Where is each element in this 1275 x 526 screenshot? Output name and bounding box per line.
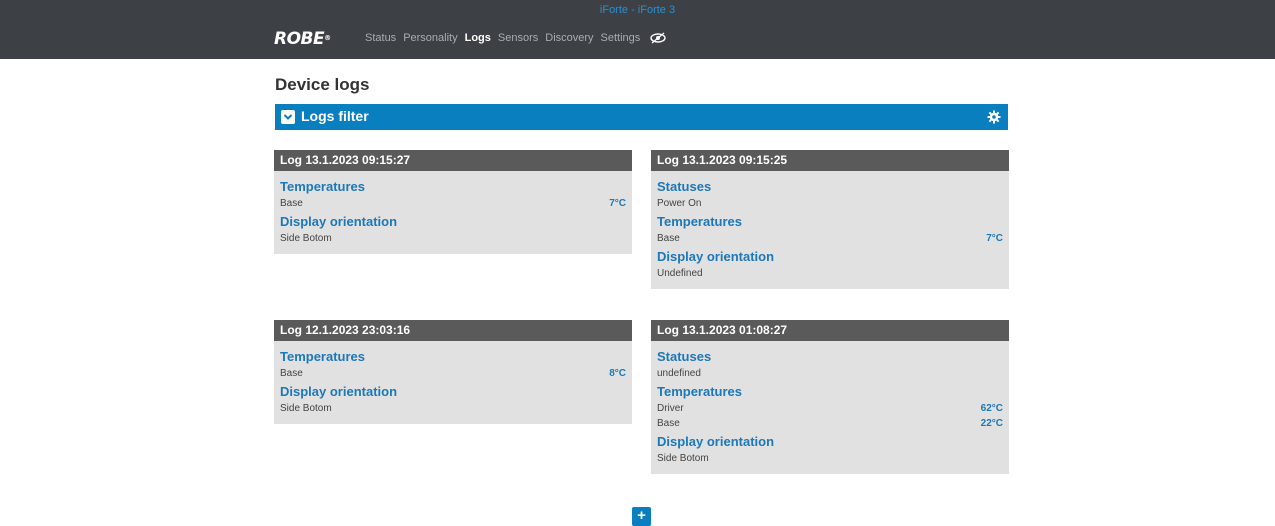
log-section-title: Temperatures (657, 384, 743, 399)
log-row-value: 7°C (609, 198, 626, 209)
top-navbar: ROBE® Status Personality Logs Sensors Di… (0, 19, 1275, 59)
log-row: Side Botom (657, 452, 1003, 466)
log-section-title: Display orientation (657, 249, 775, 264)
nav-item-settings[interactable]: Settings (601, 31, 641, 45)
log-card: Log 13.1.2023 01:08:27 Statuses undefine… (651, 320, 1009, 474)
log-card-body: Temperatures Base 8°C Display orientatio… (274, 341, 632, 424)
main-nav: Status Personality Logs Sensors Discover… (365, 31, 640, 45)
log-row-label: Power On (657, 198, 702, 209)
log-row: Side Botom (280, 232, 626, 246)
log-row-value: 62°C (980, 403, 1003, 414)
logs-filter-bar[interactable]: Logs filter (275, 104, 1008, 130)
logs-filter-label: Logs filter (301, 108, 369, 124)
log-row-value: 22°C (980, 418, 1003, 429)
nav-item-logs[interactable]: Logs (465, 31, 491, 45)
log-section-title: Temperatures (280, 179, 366, 194)
log-row-label: Base (280, 368, 303, 379)
log-card-header: Log 13.1.2023 01:08:27 (651, 320, 1009, 341)
log-row-label: Driver (657, 403, 684, 414)
log-row: Side Botom (280, 402, 626, 416)
log-row-label: Side Botom (280, 233, 332, 244)
nav-item-personality[interactable]: Personality (403, 31, 457, 45)
chevron-down-icon[interactable] (281, 110, 295, 124)
eye-icon[interactable] (650, 31, 666, 45)
log-section-title: Temperatures (280, 349, 366, 364)
log-section-title: Display orientation (657, 434, 775, 449)
log-row: Power On (657, 197, 1003, 211)
log-row: Base 8°C (280, 367, 626, 381)
log-section-title: Display orientation (280, 214, 398, 229)
log-section-title: Statuses (657, 179, 712, 194)
log-row-label: Undefined (657, 268, 703, 279)
log-card: Log 13.1.2023 09:15:25 Statuses Power On… (651, 150, 1009, 289)
log-card-header: Log 13.1.2023 09:15:25 (651, 150, 1009, 171)
log-row-label: Base (280, 198, 303, 209)
window-title-bar: iForte - iForte 3 (0, 0, 1275, 19)
log-section-title: Statuses (657, 349, 712, 364)
nav-item-status[interactable]: Status (365, 31, 396, 45)
log-card-body: Temperatures Base 7°C Display orientatio… (274, 171, 632, 254)
log-row: Driver 62°C (657, 402, 1003, 416)
log-row-label: Side Botom (657, 453, 709, 464)
log-row-value: 7°C (986, 233, 1003, 244)
log-row-label: Base (657, 233, 680, 244)
log-row: undefined (657, 367, 1003, 381)
nav-item-sensors[interactable]: Sensors (498, 31, 538, 45)
log-card-body: Statuses undefined Temperatures Driver 6… (651, 341, 1009, 474)
log-card: Log 13.1.2023 09:15:27 Temperatures Base… (274, 150, 632, 254)
log-card-header: Log 12.1.2023 23:03:16 (274, 320, 632, 341)
load-more-button[interactable]: + (632, 507, 651, 526)
log-row-label: Side Botom (280, 403, 332, 414)
log-row-value: 8°C (609, 368, 626, 379)
log-card-header: Log 13.1.2023 09:15:27 (274, 150, 632, 171)
log-card: Log 12.1.2023 23:03:16 Temperatures Base… (274, 320, 632, 424)
log-row: Base 7°C (657, 232, 1003, 246)
log-row-label: undefined (657, 368, 701, 379)
robe-logo[interactable]: ROBE® (274, 30, 331, 48)
log-section-title: Display orientation (280, 384, 398, 399)
log-card-body: Statuses Power On Temperatures Base 7°C … (651, 171, 1009, 289)
logo-registered-mark: ® (324, 34, 331, 42)
window-title: iForte - iForte 3 (599, 4, 676, 16)
page-title: Device logs (275, 75, 370, 94)
gear-icon[interactable] (987, 110, 1001, 124)
log-row: Base 22°C (657, 417, 1003, 431)
log-row: Undefined (657, 267, 1003, 281)
logo-text: ROBE (274, 29, 325, 49)
log-row-label: Base (657, 418, 680, 429)
log-section-title: Temperatures (657, 214, 743, 229)
log-row: Base 7°C (280, 197, 626, 211)
nav-item-discovery[interactable]: Discovery (545, 31, 593, 45)
